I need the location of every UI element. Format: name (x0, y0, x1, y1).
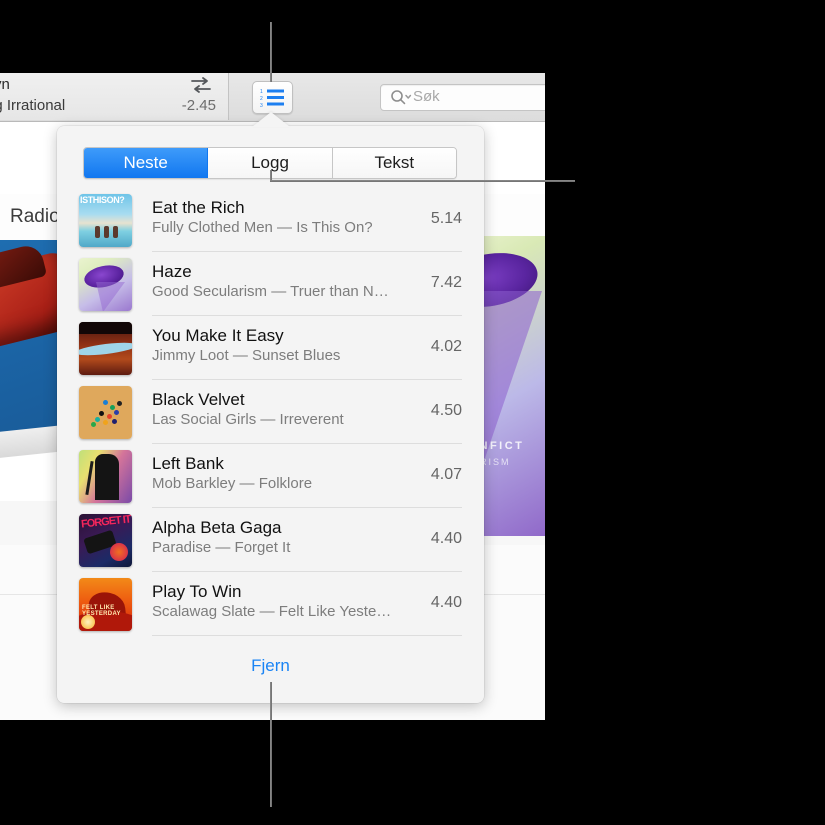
search-input[interactable]: Søk (380, 84, 545, 111)
track-subtitle: Good Secularism — Truer than N… (152, 282, 389, 302)
track-info: Black Velvet Las Social Girls — Irrevere… (152, 389, 344, 430)
callout-line-bottom (270, 682, 272, 807)
up-next-track-list: ISTHISON? Eat the Rich Fully Clothed Men… (57, 188, 484, 636)
row-divider (152, 635, 462, 636)
track-title: Left Bank (152, 453, 312, 474)
track-title: Haze (152, 261, 389, 282)
track-info: Eat the Rich Fully Clothed Men — Is This… (152, 197, 373, 238)
track-duration: 4.50 (431, 402, 462, 420)
track-subtitle: Fully Clothed Men — Is This On? (152, 218, 373, 238)
track-duration: 5.14 (431, 210, 462, 228)
album-thumbnail (79, 386, 132, 439)
track-duration: 7.42 (431, 274, 462, 292)
track-subtitle: Jimmy Loot — Sunset Blues (152, 346, 340, 366)
track-duration: 4.02 (431, 338, 462, 356)
album-thumbnail (79, 258, 132, 311)
remaining-time: -2.45 (182, 97, 216, 114)
callout-line-right-horizontal (270, 180, 575, 182)
album-thumbnail: ISTHISON? (79, 194, 132, 247)
tab-tekst-label: Tekst (374, 153, 414, 173)
track-subtitle: Scalawag Slate — Felt Like Yeste… (152, 602, 391, 622)
table-row[interactable]: Haze Good Secularism — Truer than N… 7.4… (57, 252, 484, 316)
track-duration: 4.07 (431, 466, 462, 484)
up-next-popover: Neste Logg Tekst ISTHISON? Eat the Rich … (57, 126, 484, 703)
table-row[interactable]: Left Bank Mob Barkley — Folklore 4.07 (57, 444, 484, 508)
table-row[interactable]: ISTHISON? Eat the Rich Fully Clothed Men… (57, 188, 484, 252)
tab-radio[interactable]: Radio (10, 206, 60, 228)
queue-button[interactable]: 1 2 3 (252, 81, 293, 114)
repeat-icon[interactable] (188, 75, 214, 95)
album-thumbnail (79, 322, 132, 375)
svg-text:1: 1 (260, 89, 263, 95)
screenshot-root: Radio NONFICT CULARISM iction Irra (0, 0, 825, 825)
callout-line-top (270, 22, 272, 82)
search-icon[interactable] (390, 89, 412, 106)
table-row[interactable]: FORGET IT Alpha Beta Gaga Paradise — For… (57, 508, 484, 572)
track-info: Left Bank Mob Barkley — Folklore (152, 453, 312, 494)
table-row[interactable]: FELT LIKE YESTERDAY Play To Win Scalawag… (57, 572, 484, 636)
track-subtitle: Las Social Girls — Irreverent (152, 410, 344, 430)
album-thumbnail (79, 450, 132, 503)
track-subtitle: Paradise — Forget It (152, 538, 290, 558)
track-duration: 4.40 (431, 594, 462, 612)
table-row[interactable]: You Make It Easy Jimmy Loot — Sunset Blu… (57, 316, 484, 380)
tab-tekst[interactable]: Tekst (333, 148, 456, 178)
svg-text:3: 3 (260, 103, 263, 107)
track-info: You Make It Easy Jimmy Loot — Sunset Blu… (152, 325, 340, 366)
track-subtitle: Mob Barkley — Folklore (152, 474, 312, 494)
track-info: Haze Good Secularism — Truer than N… (152, 261, 389, 302)
popover-arrow (252, 112, 290, 127)
table-row[interactable]: Black Velvet Las Social Girls — Irrevere… (57, 380, 484, 444)
svg-text:2: 2 (260, 96, 263, 102)
track-title: Play To Win (152, 581, 391, 602)
search-placeholder: Søk (413, 88, 440, 105)
track-title: Alpha Beta Gaga (152, 517, 290, 538)
album-thumbnail: FELT LIKE YESTERDAY (79, 578, 132, 631)
track-title: Eat the Rich (152, 197, 373, 218)
numbered-list-icon: 1 2 3 (260, 88, 285, 107)
now-playing-title: yn (0, 76, 10, 93)
album-thumbnail: FORGET IT (79, 514, 132, 567)
now-playing-subtitle: ng Irrational (0, 97, 65, 114)
track-title: Black Velvet (152, 389, 344, 410)
tab-neste[interactable]: Neste (84, 148, 208, 178)
track-info: Play To Win Scalawag Slate — Felt Like Y… (152, 581, 391, 622)
now-playing-display[interactable]: yn ng Irrational -2.45 (0, 73, 229, 120)
track-title: You Make It Easy (152, 325, 340, 346)
track-info: Alpha Beta Gaga Paradise — Forget It (152, 517, 290, 558)
tab-neste-label: Neste (123, 153, 167, 173)
clear-queue-button[interactable]: Fjern (57, 656, 484, 676)
track-duration: 4.40 (431, 530, 462, 548)
